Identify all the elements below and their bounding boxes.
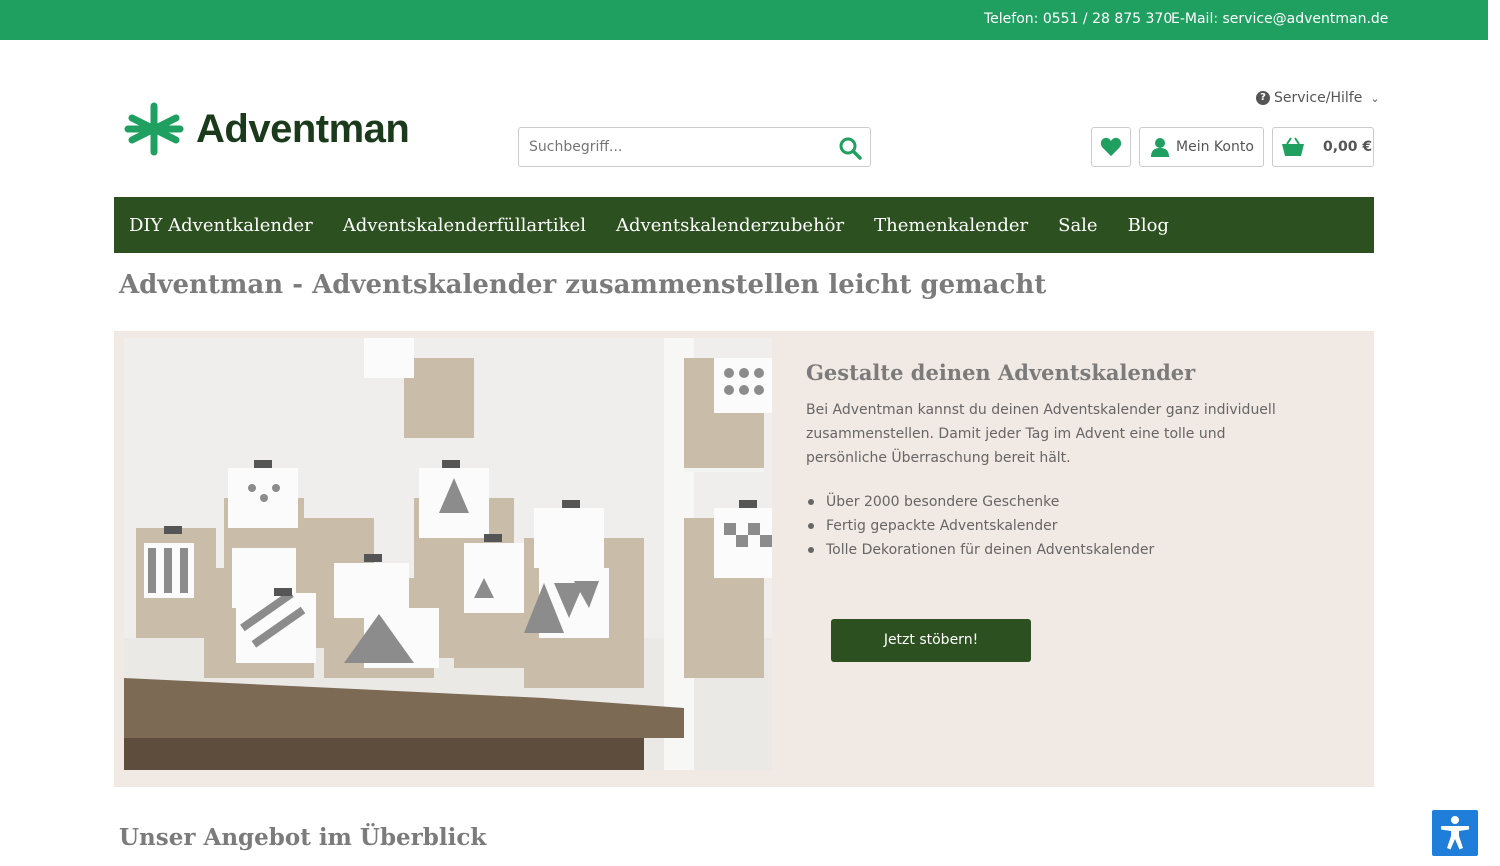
hero-title: Gestalte deinen Adventskalender (806, 360, 1196, 385)
hero-image[interactable] (124, 338, 772, 770)
hero-description: Bei Adventman kannst du deinen Adventska… (806, 402, 1276, 466)
accessibility-button[interactable] (1432, 810, 1478, 856)
cart-amount: 0,00 € (1323, 139, 1373, 155)
nav-item-themenkalender[interactable]: Themenkalender (874, 215, 1028, 236)
service-help-menu[interactable]: ? Service/Hilfe ⌄ (1256, 90, 1380, 106)
page-title: Adventman - Adventskalender zusammenstel… (119, 270, 1047, 300)
browse-now-button[interactable]: Jetzt stöbern! (831, 619, 1031, 662)
benefit-text: Tolle Dekorationen für deinen Adventskal… (826, 542, 1155, 558)
benefit-text: Fertig gepackte Adventskalender (826, 518, 1058, 534)
main-navigation: DIY Adventkalender Adventskalenderfüllar… (114, 197, 1374, 253)
magnifier-icon[interactable] (838, 136, 862, 160)
account-button[interactable]: Mein Konto (1139, 127, 1264, 167)
search-input[interactable] (519, 128, 829, 166)
nav-item-diy-adventkalender[interactable]: DIY Adventkalender (129, 215, 313, 236)
basket-icon (1282, 137, 1304, 156)
list-item: Tolle Dekorationen für deinen Adventskal… (808, 538, 1154, 562)
bullet-icon (808, 547, 814, 553)
bullet-icon (808, 499, 814, 505)
asterisk-logo-icon (124, 102, 184, 156)
nav-item-adventskalenderfuellartikel[interactable]: Adventskalenderfüllartikel (343, 215, 586, 236)
account-label: Mein Konto (1176, 139, 1254, 155)
question-circle-icon: ? (1256, 91, 1270, 105)
brand-name: Adventman (196, 106, 410, 151)
cart-button[interactable]: 0,00 € (1272, 127, 1374, 167)
nav-item-blog[interactable]: Blog (1128, 215, 1169, 236)
nav-item-sale[interactable]: Sale (1058, 215, 1097, 236)
list-item: Fertig gepackte Adventskalender (808, 514, 1154, 538)
top-contact-bar: Telefon: 0551 / 28 875 370 E-Mail: servi… (0, 0, 1488, 40)
accessibility-person-icon (1441, 816, 1469, 850)
logo-link[interactable]: Adventman (124, 102, 410, 156)
search-box (518, 127, 871, 167)
list-item: Über 2000 besondere Geschenke (808, 490, 1154, 514)
nav-item-adventskalenderzubehoer[interactable]: Adventskalenderzubehör (616, 215, 844, 236)
section-title: Unser Angebot im Überblick (119, 824, 487, 851)
chevron-down-icon: ⌄ (1370, 91, 1380, 105)
benefit-text: Über 2000 besondere Geschenke (826, 494, 1060, 510)
wishlist-button[interactable] (1091, 127, 1131, 167)
hero-benefit-list: Über 2000 besondere Geschenke Fertig gep… (808, 490, 1154, 562)
service-help-label: Service/Hilfe (1274, 90, 1363, 106)
heart-icon (1100, 137, 1122, 157)
advent-calendar-photo (124, 338, 772, 770)
email-link[interactable]: E-Mail: service@adventman.de (1171, 11, 1388, 27)
bullet-icon (808, 523, 814, 529)
user-icon (1151, 138, 1169, 157)
phone-link[interactable]: Telefon: 0551 / 28 875 370 (984, 11, 1172, 27)
